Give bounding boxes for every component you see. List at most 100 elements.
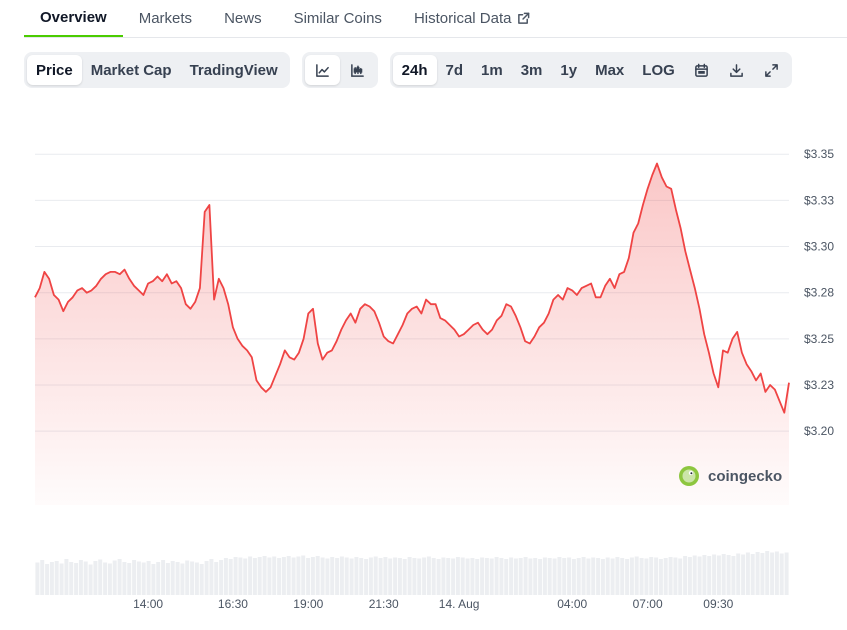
range-1m[interactable]: 1m (472, 55, 512, 85)
data-type-label: TradingView (189, 61, 278, 79)
fullscreen-icon (764, 63, 779, 78)
tab-news[interactable]: News (208, 0, 278, 37)
volume-bar (127, 563, 132, 595)
volume-bar (103, 562, 108, 595)
volume-bar (291, 557, 296, 595)
volume-bar (518, 558, 523, 595)
volume-bar (687, 557, 692, 595)
volume-bar (78, 560, 83, 595)
volume-bar (388, 558, 393, 595)
volume-bar (770, 552, 775, 595)
volume-bar (248, 556, 253, 595)
volume-bar (571, 559, 576, 595)
data-type-price[interactable]: Price (27, 55, 82, 85)
volume-bar (509, 557, 514, 595)
tab-bar: Overview Markets News Similar Coins Historic… (24, 0, 847, 38)
volume-bar (315, 556, 320, 595)
volume-bar (83, 561, 88, 595)
volume-bar (523, 557, 528, 595)
x-tick-label: 04:00 (557, 597, 587, 611)
volume-bar (107, 563, 112, 595)
volume-bar (741, 554, 746, 595)
volume-bar (673, 557, 678, 595)
range-label: LOG (642, 61, 675, 79)
range-label: Max (595, 61, 625, 79)
volume-bar (455, 557, 460, 595)
volume-bar (600, 559, 605, 595)
volume-bar (151, 564, 156, 595)
volume-bar (117, 559, 122, 595)
volume-bar (726, 555, 731, 595)
range-7d[interactable]: 7d (437, 55, 473, 85)
range-label: 1y (560, 61, 578, 79)
volume-bar (504, 559, 509, 595)
external-link-icon (517, 12, 530, 25)
volume-bar (784, 552, 789, 595)
tab-similar-coins[interactable]: Similar Coins (278, 0, 398, 37)
volume-bar (194, 562, 199, 595)
volume-bar (591, 557, 596, 595)
volume-bar (760, 553, 765, 595)
y-tick-label: $3.33 (804, 193, 834, 207)
volume-bar (620, 558, 625, 595)
volume-bar (69, 562, 74, 595)
download-button[interactable] (719, 55, 754, 85)
y-tick-label: $3.25 (804, 332, 834, 346)
x-tick-label: 09:30 (703, 597, 733, 611)
x-tick-label: 19:00 (293, 597, 323, 611)
range-label: 24h (401, 61, 428, 79)
volume-bar (499, 558, 504, 595)
volume-bar (252, 558, 257, 595)
volume-bar (683, 556, 688, 595)
watermark-text: coingecko (708, 468, 782, 485)
range-log[interactable]: LOG (633, 55, 684, 85)
price-chart[interactable]: $3.35 $3.33 $3.30 $3.28 $3.25 $3.23 $3.20 14:00… (0, 95, 847, 630)
line-chart-button[interactable] (304, 55, 340, 85)
volume-bar (441, 557, 446, 595)
volume-bar (141, 562, 146, 595)
volume-bar (161, 560, 166, 595)
volume-bar (301, 555, 306, 595)
volume-bar (243, 558, 248, 595)
volume-bar (190, 561, 195, 595)
volume-bar (204, 561, 209, 595)
volume-bar (484, 558, 489, 595)
tab-historical-data[interactable]: Historical Data (398, 0, 547, 37)
tab-markets[interactable]: Markets (123, 0, 208, 37)
volume-bar (209, 559, 214, 595)
volume-bar (54, 561, 59, 595)
volume-bar (547, 558, 552, 595)
candlestick-chart-button[interactable] (340, 55, 375, 85)
volume-bar (93, 561, 98, 595)
data-type-tradingview[interactable]: TradingView (181, 55, 287, 85)
volume-bar (542, 557, 547, 595)
range-1y[interactable]: 1y (551, 55, 586, 85)
volume-bar (629, 557, 634, 595)
x-tick-label: 14. Aug (439, 597, 480, 611)
range-24h[interactable]: 24h (392, 55, 437, 85)
volume-bar (557, 557, 562, 595)
volume-bar (634, 556, 639, 595)
volume-bar (122, 562, 127, 595)
volume-bar (383, 557, 388, 595)
range-3m[interactable]: 3m (512, 55, 552, 85)
range-label: 7d (445, 61, 464, 79)
data-type-label: Price (36, 61, 73, 79)
volume-bar (765, 551, 770, 595)
line-chart-icon (315, 63, 330, 78)
volume-bar (446, 558, 451, 595)
volume-bar (412, 558, 417, 595)
fullscreen-button[interactable] (754, 55, 789, 85)
coingecko-watermark: coingecko (679, 466, 782, 486)
tab-overview[interactable]: Overview (24, 0, 123, 37)
volume-bar (731, 556, 736, 595)
volume-bar (132, 560, 137, 595)
candlestick-chart-icon (350, 63, 365, 78)
data-type-market-cap[interactable]: Market Cap (82, 55, 181, 85)
calendar-button[interactable] (684, 55, 719, 85)
range-max[interactable]: Max (586, 55, 633, 85)
tab-label: Markets (138, 9, 193, 27)
download-icon (729, 63, 744, 78)
volume-bar (736, 553, 741, 595)
volume-bar (364, 559, 369, 595)
